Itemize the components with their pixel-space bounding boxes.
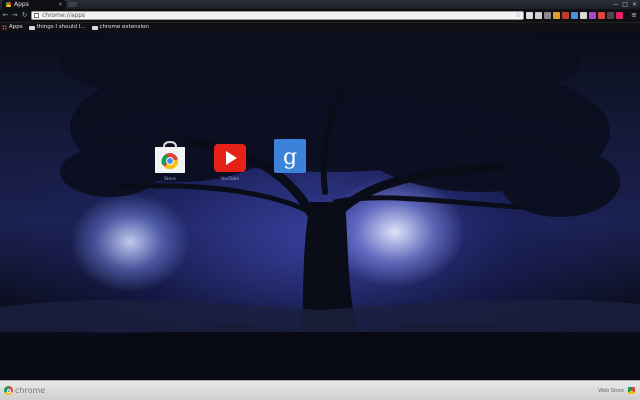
minimize-button[interactable]: − <box>613 0 618 9</box>
address-bar[interactable]: chrome://apps ☆ <box>31 11 524 20</box>
toolbar: ← → ↻ chrome://apps ☆ ≡ <box>0 9 640 23</box>
extension-10-icon[interactable] <box>607 12 614 19</box>
bookmark-label: things I should l... <box>36 24 86 30</box>
tab-apps[interactable]: Apps × <box>2 0 66 9</box>
youtube-icon <box>214 144 246 172</box>
web-store-small-icon[interactable] <box>628 387 635 394</box>
app-youtube[interactable]: YouTube <box>210 141 250 183</box>
tab-title: Apps <box>14 1 29 8</box>
app-google-search[interactable]: g <box>270 139 310 175</box>
extension-2-icon[interactable] <box>535 12 542 19</box>
extension-8-icon[interactable] <box>589 12 596 19</box>
close-window-button[interactable]: × <box>632 0 637 9</box>
app-web-store[interactable]: Store <box>150 141 190 183</box>
tree-wallpaper <box>0 32 640 380</box>
window-controls: − □ × <box>613 0 637 9</box>
bookmark-apps[interactable]: Apps <box>2 23 23 32</box>
google-search-icon: g <box>274 139 306 173</box>
bookmark-star-icon[interactable]: ☆ <box>515 12 521 19</box>
app-label: Store <box>164 177 176 182</box>
extension-1-icon[interactable] <box>526 12 533 19</box>
apps-grid-icon <box>2 25 7 30</box>
menu-icon[interactable]: ≡ <box>631 11 637 20</box>
bookmark-label: chrome extension <box>99 24 149 30</box>
extension-icons <box>526 12 623 20</box>
svg-text:g: g <box>283 145 297 170</box>
apps-page: Store YouTube g <box>0 32 640 380</box>
folder-icon <box>28 25 35 30</box>
bookmark-folder-chrome-extension[interactable]: chrome extension <box>91 23 149 32</box>
extension-9-icon[interactable] <box>598 12 605 19</box>
bookmark-apps-label: Apps <box>9 24 23 30</box>
extension-5-icon[interactable] <box>562 12 569 19</box>
apps-favicon-icon <box>6 2 11 7</box>
maximize-button[interactable]: □ <box>622 0 628 9</box>
forward-button[interactable]: → <box>10 11 19 20</box>
apps-bottom-bar: chrome Web Store <box>0 380 640 400</box>
chrome-logo-icon <box>4 386 13 395</box>
extension-11-icon[interactable] <box>616 12 623 19</box>
new-tab-button[interactable] <box>67 2 78 7</box>
extension-6-icon[interactable] <box>571 12 578 19</box>
chrome-brand-text: chrome <box>15 386 46 395</box>
folder-icon <box>91 25 98 30</box>
bookmarks-bar: Apps things I should l... chrome extensi… <box>0 23 640 32</box>
url-text[interactable]: chrome://apps <box>42 12 85 19</box>
tab-strip: Apps × − □ × <box>0 0 640 9</box>
tab-close-icon[interactable]: × <box>58 0 63 9</box>
extension-3-icon[interactable] <box>544 12 551 19</box>
app-label: YouTube <box>220 177 240 182</box>
bookmark-folder-things[interactable]: things I should l... <box>28 23 86 32</box>
extension-4-icon[interactable] <box>553 12 560 19</box>
reload-button[interactable]: ↻ <box>20 11 29 20</box>
webstore-icon <box>155 141 185 173</box>
web-store-link[interactable]: Web Store <box>598 387 624 395</box>
back-button[interactable]: ← <box>1 11 10 20</box>
extension-7-icon[interactable] <box>580 12 587 19</box>
page-icon <box>34 13 39 18</box>
